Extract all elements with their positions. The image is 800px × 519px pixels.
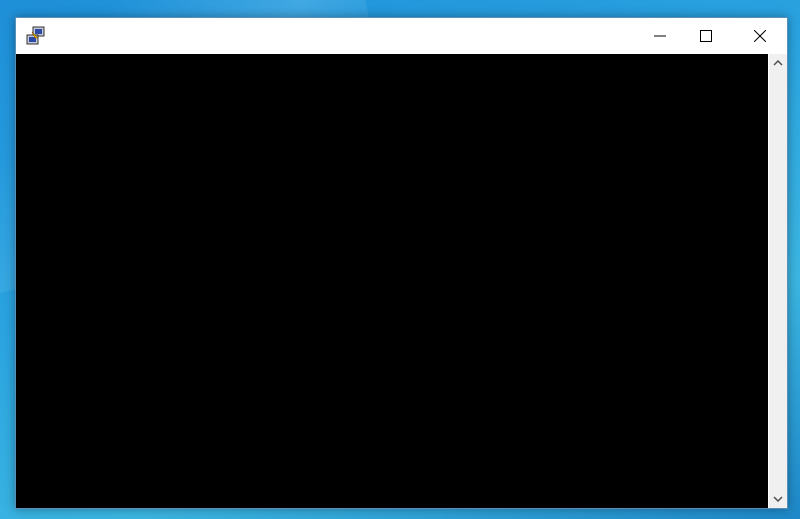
- maximize-button[interactable]: [683, 18, 729, 53]
- close-icon: [754, 29, 766, 42]
- scroll-down-button[interactable]: [769, 490, 787, 508]
- putty-icon[interactable]: [26, 26, 46, 46]
- vertical-scrollbar[interactable]: [769, 54, 787, 508]
- chevron-down-icon: [773, 496, 783, 502]
- maximize-icon: [700, 29, 712, 42]
- scroll-up-button[interactable]: [769, 54, 787, 72]
- minimize-icon: [654, 35, 666, 36]
- minimize-button[interactable]: [637, 18, 683, 53]
- putty-window: [15, 17, 788, 509]
- close-button[interactable]: [737, 18, 783, 53]
- terminal-output[interactable]: [16, 54, 768, 508]
- chevron-up-icon: [773, 60, 783, 66]
- title-bar[interactable]: [16, 18, 787, 53]
